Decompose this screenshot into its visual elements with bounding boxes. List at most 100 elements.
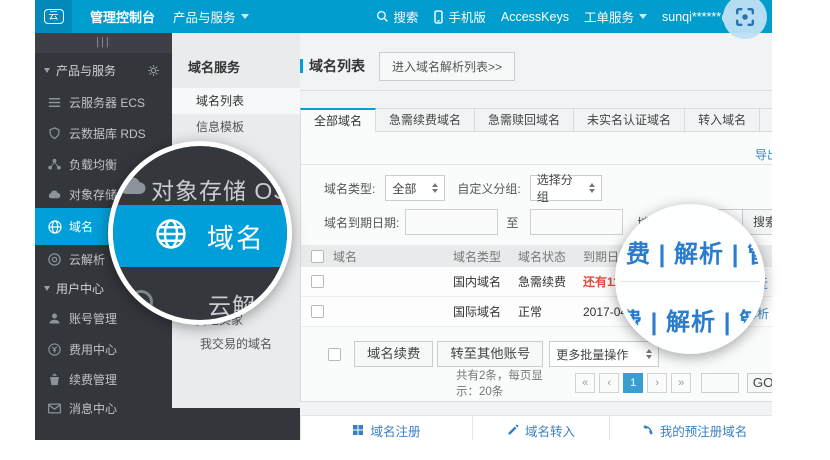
subsidebar-item-my-trades[interactable]: 我交易的域名: [172, 332, 300, 356]
select-all-checkbox[interactable]: [311, 250, 324, 263]
cloud-logo-icon: 云: [44, 9, 64, 24]
products-menu[interactable]: 产品与服务: [173, 7, 249, 26]
row-checkbox[interactable]: [311, 305, 324, 318]
batch-renew-button[interactable]: 域名续费: [354, 341, 433, 367]
pagination-last-button[interactable]: »: [671, 373, 691, 393]
chevron-down-icon: [44, 286, 50, 291]
col-header-domain: 域名: [333, 248, 453, 265]
quick-link-register[interactable]: 域名注册: [300, 415, 473, 440]
sidebar-item-renewal[interactable]: 续费管理: [35, 365, 172, 393]
goto-page-input[interactable]: [701, 373, 739, 393]
sidebar-item-billing[interactable]: 费用中心: [35, 334, 172, 365]
pencil-icon: [507, 424, 519, 436]
page-title: 域名列表: [309, 56, 365, 76]
tab-preregistered[interactable]: 预登记域名: [760, 108, 772, 132]
pagination-page-1[interactable]: 1: [623, 373, 643, 393]
quick-links-bar: 域名注册 域名转入 我的预注册域名: [300, 415, 772, 440]
batch-more-select[interactable]: 更多批量操作: [549, 341, 659, 367]
search-icon: [376, 10, 389, 23]
top-bar: 云 管理控制台 产品与服务 搜索 手机版 AccessKeys 工单服务 sun…: [35, 0, 772, 33]
custom-group-label: 自定义分组:: [457, 180, 520, 197]
export-list-link[interactable]: 导出列表: [755, 148, 772, 162]
tab-renew-urgent[interactable]: 急需续费域名: [376, 108, 475, 132]
quick-link-preregister[interactable]: 我的预注册域名: [610, 415, 772, 440]
phone-icon: [433, 10, 444, 24]
user-icon: [47, 311, 62, 326]
console-home-link[interactable]: 管理控制台: [90, 7, 155, 26]
pagination-first-button[interactable]: «: [575, 373, 595, 393]
to-label: 至: [506, 214, 518, 231]
pagination-prev-button[interactable]: ‹: [599, 373, 619, 393]
subsidebar-item-info-template[interactable]: 信息模板: [172, 114, 300, 140]
magnified-domain-label: 域名: [207, 217, 265, 256]
globe-icon: [47, 219, 62, 234]
actions-magnifier-lens: 费 | 解析 | 管 费 | 解析 | 管: [615, 204, 765, 354]
chevron-down-icon: [44, 68, 50, 73]
chevron-down-icon: [241, 14, 249, 19]
mail-icon: [47, 401, 62, 416]
domain-type-select[interactable]: 全部: [385, 175, 445, 201]
shield-icon: [47, 126, 62, 141]
viewfinder-icon: [734, 6, 756, 28]
sidebar-magnifier-lens: 对象存储 OS 域名 云解析: [108, 141, 292, 325]
col-header-type: 域名类型: [453, 248, 518, 265]
domain-status-cell: 急需续费: [518, 273, 583, 290]
divider: [300, 90, 772, 91]
pagination-summary: 共有2条，每页显示：20条: [456, 367, 561, 399]
grid-icon: [352, 424, 364, 436]
phone-handset-icon: [642, 424, 654, 436]
magnified-actions-row1: 费 | 解析 | 管: [626, 234, 765, 269]
server-icon: [47, 95, 62, 110]
domain-type-cell: 国际域名: [453, 303, 518, 320]
tab-unverified[interactable]: 未实名认证域名: [574, 108, 685, 132]
goto-page-go-button[interactable]: GO: [747, 373, 772, 393]
batch-transfer-button[interactable]: 转至其他账号: [437, 341, 543, 367]
quick-link-transfer-in[interactable]: 域名转入: [473, 415, 610, 440]
magnified-dns-label: 云解析: [208, 287, 280, 321]
tab-transfer-in[interactable]: 转入域名: [685, 108, 760, 132]
cloud-icon: [47, 187, 62, 202]
cloud-icon: [117, 170, 149, 207]
expiry-from-input[interactable]: [405, 209, 498, 235]
batch-select-checkbox[interactable]: [328, 348, 341, 361]
divider: [620, 281, 760, 282]
expiry-date-label: 域名到期日期:: [324, 214, 399, 231]
globe-icon: [153, 216, 189, 257]
row-checkbox[interactable]: [311, 275, 324, 288]
tab-redeem-urgent[interactable]: 急需赎回域名: [475, 108, 574, 132]
tickets-menu[interactable]: 工单服务: [584, 7, 647, 26]
subsidebar-footer: [172, 408, 300, 440]
renew-wallet-icon: [47, 372, 62, 387]
domain-status-cell: 正常: [518, 303, 583, 320]
divider: [301, 164, 772, 165]
sidebar-collapse-button[interactable]: |||: [35, 33, 172, 53]
expiry-to-input[interactable]: [530, 209, 623, 235]
subsidebar-header: 域名服务: [172, 33, 300, 76]
domain-tabs: 全部域名 急需续费域名 急需赎回域名 未实名认证域名 转入域名 预登记域名: [300, 108, 772, 132]
sidebar-item-ecs[interactable]: 云服务器 ECS: [35, 87, 172, 118]
gear-icon[interactable]: [147, 64, 160, 77]
subsidebar-item-domain-list[interactable]: 域名列表: [172, 88, 300, 114]
select-arrows-icon: [638, 349, 652, 359]
magnified-actions-row2: 费 | 解析 | 管: [618, 302, 764, 337]
goto-dns-list-button[interactable]: 进入域名解析列表>>: [379, 52, 515, 81]
custom-group-select[interactable]: 选择分组: [530, 175, 602, 201]
domain-type-cell: 国内域名: [453, 273, 518, 290]
search-menu[interactable]: 搜索: [376, 7, 418, 26]
pagination-next-button[interactable]: ›: [647, 373, 667, 393]
col-header-status: 域名状态: [518, 248, 583, 265]
aliyun-logo[interactable]: 云: [35, 0, 72, 33]
magnified-domain-row: 域名: [108, 205, 292, 267]
mobile-version-link[interactable]: 手机版: [433, 7, 486, 26]
sidebar-group-products[interactable]: 产品与服务: [35, 53, 172, 87]
accesskeys-link[interactable]: AccessKeys: [501, 10, 569, 24]
select-arrows-icon: [581, 183, 595, 193]
dns-icon: [129, 290, 153, 314]
chevron-down-icon: [639, 14, 647, 19]
yen-icon: [47, 342, 62, 357]
sidebar-item-messages[interactable]: 消息中心: [35, 393, 172, 424]
tab-all-domains[interactable]: 全部域名: [300, 108, 376, 132]
dns-icon: [47, 252, 62, 267]
title-accent-bar: [300, 59, 303, 73]
sidebar-item-rds[interactable]: 云数据库 RDS: [35, 118, 172, 149]
